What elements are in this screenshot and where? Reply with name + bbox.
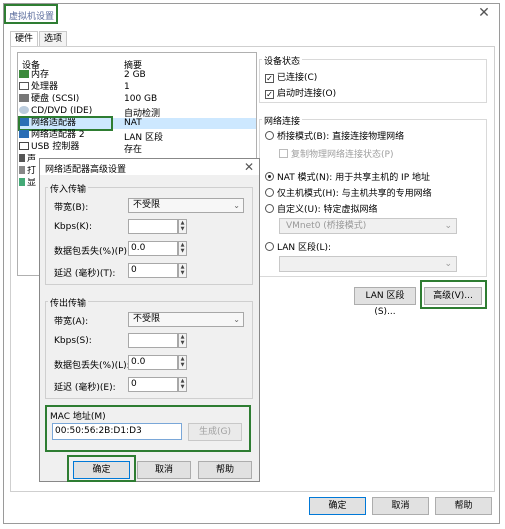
- chevron-down-icon: ⌄: [233, 315, 240, 324]
- radio-icon: [265, 131, 274, 140]
- incoming-loss-input[interactable]: 0.0: [128, 241, 178, 256]
- mac-label: MAC 地址(M): [50, 412, 106, 422]
- incoming-latency-spinner[interactable]: ▲ ▼: [178, 263, 187, 278]
- device-summary: 1: [124, 82, 130, 92]
- outgoing-loss-spinner[interactable]: ▲ ▼: [178, 355, 187, 370]
- incoming-bandwidth-label: 带宽(B):: [54, 203, 89, 213]
- outgoing-title: 传出传输: [48, 299, 89, 309]
- radio-icon: [265, 172, 274, 181]
- hard-disk-icon: [19, 94, 29, 102]
- incoming-latency-label: 延迟 (毫秒)(T):: [54, 269, 116, 279]
- outgoing-bandwidth-select[interactable]: 不受限 ⌄: [128, 312, 244, 327]
- outgoing-kbps-input[interactable]: [128, 333, 178, 348]
- outgoing-loss-input[interactable]: 0.0: [128, 355, 178, 370]
- outgoing-kbps-label: Kbps(S):: [54, 336, 92, 346]
- device-summary: NAT: [124, 118, 142, 128]
- device-row-display[interactable]: 显: [19, 178, 37, 189]
- incoming-loss-label: 数据包丢失(%)(P): [54, 247, 128, 257]
- radio-icon: [265, 204, 274, 213]
- advanced-dialog-title: 网络适配器高级设置: [45, 165, 127, 175]
- incoming-latency-input[interactable]: 0: [128, 263, 178, 278]
- incoming-kbps-label: Kbps(K):: [54, 222, 92, 232]
- checkmark-icon: ✓: [265, 90, 274, 99]
- display-icon: [19, 178, 25, 186]
- lan-segment-radio[interactable]: LAN 区段(L):: [265, 240, 331, 253]
- lan-segments-button[interactable]: LAN 区段(S)...: [354, 287, 416, 317]
- network-connection-title: 网络连接: [262, 117, 303, 127]
- incoming-kbps-input[interactable]: [128, 219, 178, 234]
- device-row-processor[interactable]: 处理器: [19, 82, 58, 93]
- lan-segment-select[interactable]: ⌄: [279, 256, 457, 272]
- device-summary: 2 GB: [124, 70, 146, 80]
- bridged-radio[interactable]: 桥接模式(B): 直接连接物理网络: [265, 129, 404, 142]
- checkbox-icon: [279, 149, 288, 158]
- incoming-kbps-spinner[interactable]: ▲ ▼: [178, 219, 187, 234]
- title-bar: [4, 4, 499, 26]
- outgoing-latency-spinner[interactable]: ▲ ▼: [178, 377, 187, 392]
- sound-icon: [19, 154, 25, 162]
- device-row-sound[interactable]: 声: [19, 154, 37, 165]
- chevron-down-icon: ⌄: [233, 201, 240, 210]
- dialog-cancel-button[interactable]: 取消: [137, 461, 191, 479]
- printer-icon: [19, 166, 25, 174]
- tab-hardware[interactable]: 硬件: [10, 31, 39, 47]
- device-row-hard-disk[interactable]: 硬盘 (SCSI): [19, 94, 79, 105]
- mac-address-input[interactable]: 00:50:56:2B:D1:D3: [52, 423, 182, 440]
- device-status-title: 设备状态: [262, 57, 303, 67]
- chevron-down-icon: ⌄: [444, 221, 452, 231]
- chevron-down-icon: ⌄: [444, 259, 452, 269]
- connected-checkbox[interactable]: ✓ 已连接(C): [265, 70, 317, 83]
- host-only-radio[interactable]: 仅主机模式(H): 与主机共享的专用网络: [265, 186, 432, 199]
- memory-icon: [19, 70, 29, 78]
- device-summary: 100 GB: [124, 94, 158, 104]
- device-row-network-adapter-2[interactable]: 网络适配器 2: [19, 130, 85, 141]
- window-title: 虚拟机设置: [9, 12, 55, 22]
- device-row-usb-controller[interactable]: USB 控制器: [19, 142, 79, 153]
- outgoing-kbps-spinner[interactable]: ▲ ▼: [178, 333, 187, 348]
- usb-icon: [19, 142, 29, 150]
- incoming-bandwidth-select[interactable]: 不受限 ⌄: [128, 198, 244, 213]
- network-adapter-highlight-box: [18, 116, 113, 131]
- device-row-printer[interactable]: 打: [19, 166, 37, 177]
- checkmark-icon: ✓: [265, 74, 274, 83]
- custom-network-select[interactable]: VMnet0 (桥接模式) ⌄: [279, 218, 457, 234]
- generate-button[interactable]: 生成(G): [188, 423, 242, 441]
- incoming-loss-spinner[interactable]: ▲ ▼: [178, 241, 187, 256]
- dialog-help-button[interactable]: 帮助: [198, 461, 252, 479]
- device-summary: 存在: [124, 145, 143, 155]
- outgoing-latency-input[interactable]: 0: [128, 377, 178, 392]
- network-adapter-icon: [19, 130, 29, 138]
- advanced-highlight-box: [420, 280, 487, 309]
- cancel-button[interactable]: 取消: [372, 497, 429, 515]
- ok-button[interactable]: 确定: [309, 497, 366, 515]
- radio-icon: [265, 188, 274, 197]
- device-row-memory[interactable]: 内存: [19, 70, 49, 81]
- cd-dvd-icon: [19, 106, 29, 114]
- outgoing-latency-label: 延迟 (毫秒)(E):: [54, 383, 116, 393]
- tab-options[interactable]: 选项: [39, 31, 68, 47]
- nat-radio[interactable]: NAT 模式(N): 用于共享主机的 IP 地址: [265, 170, 430, 183]
- close-icon[interactable]: ✕: [477, 6, 491, 20]
- connect-at-power-on-checkbox[interactable]: ✓ 启动时连接(O): [265, 86, 336, 99]
- radio-icon: [265, 242, 274, 251]
- replicate-state-checkbox[interactable]: 复制物理网络连接状态(P): [279, 147, 393, 160]
- incoming-title: 传入传输: [48, 185, 89, 195]
- close-icon[interactable]: ✕: [242, 160, 256, 174]
- outgoing-bandwidth-label: 带宽(A):: [54, 317, 89, 327]
- custom-radio[interactable]: 自定义(U): 特定虚拟网络: [265, 202, 378, 215]
- help-button[interactable]: 帮助: [435, 497, 492, 515]
- processor-icon: [19, 82, 29, 90]
- outgoing-loss-label: 数据包丢失(%)(L):: [54, 361, 130, 371]
- dialog-ok-highlight-box: [67, 455, 136, 482]
